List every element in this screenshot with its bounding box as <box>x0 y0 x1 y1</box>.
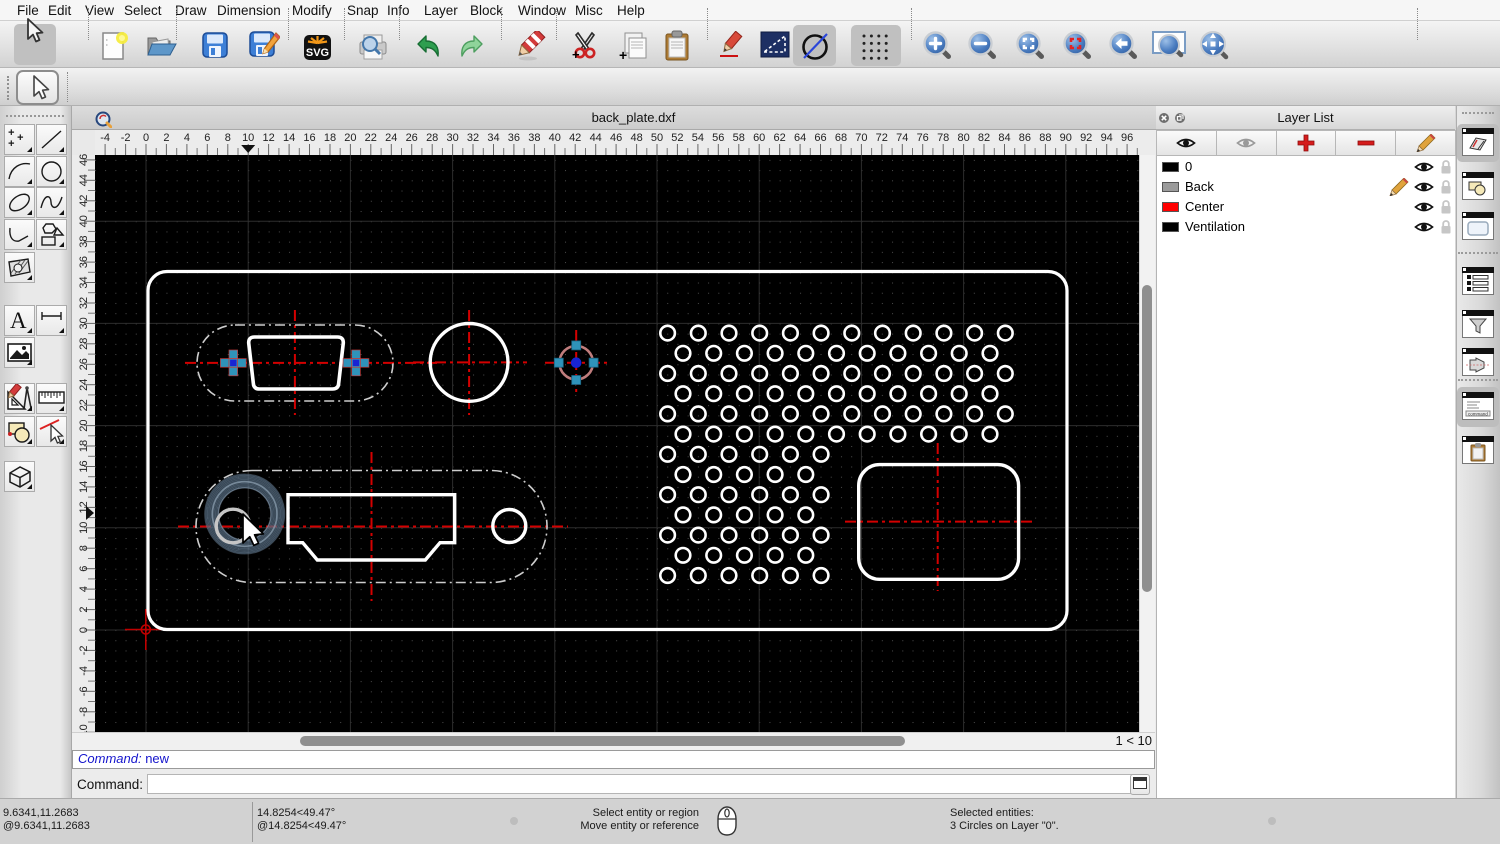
svg-text:-4: -4 <box>78 666 90 676</box>
svg-text:76: 76 <box>917 132 929 144</box>
svg-text:2: 2 <box>163 132 169 144</box>
svg-text:34: 34 <box>487 132 499 144</box>
svg-text:32: 32 <box>78 297 90 309</box>
svg-text:24: 24 <box>385 132 397 144</box>
svg-text:A: A <box>10 308 27 333</box>
svg-text:42: 42 <box>78 195 90 207</box>
svg-text:26: 26 <box>406 132 418 144</box>
svg-text:10: 10 <box>242 132 254 144</box>
svg-text:10: 10 <box>78 522 90 534</box>
svg-text:56: 56 <box>712 132 724 144</box>
svg-text:6: 6 <box>204 132 210 144</box>
svg-text:66: 66 <box>814 132 826 144</box>
svg-text:28: 28 <box>426 132 438 144</box>
svg-text:44: 44 <box>590 132 602 144</box>
svg-text:96: 96 <box>1121 132 1133 144</box>
svg-text:74: 74 <box>896 132 908 144</box>
svg-text:22: 22 <box>365 132 377 144</box>
svg-text:command: command <box>1468 412 1488 417</box>
svg-text:80: 80 <box>957 132 969 144</box>
svg-text:-2: -2 <box>78 646 90 656</box>
svg-text:58: 58 <box>733 132 745 144</box>
svg-text:50: 50 <box>651 132 663 144</box>
svg-text:84: 84 <box>998 132 1010 144</box>
svg-text:20: 20 <box>344 132 356 144</box>
svg-text:86: 86 <box>1019 132 1031 144</box>
svg-text:+: + <box>17 133 24 145</box>
svg-text:-10: -10 <box>78 724 90 732</box>
svg-text:2: 2 <box>78 607 90 613</box>
svg-text:+: + <box>619 47 627 61</box>
svg-text:40: 40 <box>78 215 90 227</box>
svg-text:32: 32 <box>467 132 479 144</box>
svg-text:-4: -4 <box>100 132 110 144</box>
svg-text:30: 30 <box>446 132 458 144</box>
svg-text:-6: -6 <box>78 686 90 696</box>
svg-text:94: 94 <box>1101 132 1113 144</box>
svg-text:42: 42 <box>569 132 581 144</box>
svg-text:46: 46 <box>78 154 90 166</box>
svg-text:64: 64 <box>794 132 806 144</box>
svg-text:SVG: SVG <box>306 47 329 59</box>
svg-text:+: + <box>572 47 580 62</box>
svg-text:82: 82 <box>978 132 990 144</box>
svg-text:14: 14 <box>283 132 295 144</box>
svg-text:26: 26 <box>78 358 90 370</box>
svg-text:36: 36 <box>78 256 90 268</box>
svg-text:-8: -8 <box>78 707 90 717</box>
svg-text:18: 18 <box>78 440 90 452</box>
svg-text:68: 68 <box>835 132 847 144</box>
svg-text:92: 92 <box>1080 132 1092 144</box>
svg-text:36: 36 <box>508 132 520 144</box>
svg-text:0: 0 <box>78 627 90 633</box>
svg-text:20: 20 <box>78 419 90 431</box>
svg-text:28: 28 <box>78 338 90 350</box>
svg-text:-2: -2 <box>121 132 131 144</box>
svg-text:16: 16 <box>303 132 315 144</box>
svg-text:88: 88 <box>1039 132 1051 144</box>
svg-text:34: 34 <box>78 276 90 288</box>
svg-text:48: 48 <box>630 132 642 144</box>
svg-text:24: 24 <box>78 379 90 391</box>
svg-text:52: 52 <box>671 132 683 144</box>
svg-text:38: 38 <box>528 132 540 144</box>
svg-text:14: 14 <box>78 481 90 493</box>
svg-text:30: 30 <box>78 317 90 329</box>
svg-text:4: 4 <box>184 132 190 144</box>
svg-text:+: + <box>8 139 15 151</box>
svg-text:8: 8 <box>78 545 90 551</box>
svg-text:60: 60 <box>753 132 765 144</box>
svg-text:6: 6 <box>78 566 90 572</box>
svg-text:0: 0 <box>143 132 149 144</box>
svg-text:22: 22 <box>78 399 90 411</box>
svg-text:62: 62 <box>773 132 785 144</box>
svg-text:72: 72 <box>876 132 888 144</box>
svg-text:44: 44 <box>78 174 90 186</box>
svg-text:70: 70 <box>855 132 867 144</box>
svg-text:18: 18 <box>324 132 336 144</box>
svg-text:54: 54 <box>692 132 704 144</box>
svg-text:46: 46 <box>610 132 622 144</box>
svg-text:38: 38 <box>78 235 90 247</box>
svg-text:16: 16 <box>78 460 90 472</box>
svg-text:90: 90 <box>1060 132 1072 144</box>
svg-text:12: 12 <box>262 132 274 144</box>
svg-text:78: 78 <box>937 132 949 144</box>
svg-text:4: 4 <box>78 586 90 592</box>
svg-text:8: 8 <box>225 132 231 144</box>
svg-text:40: 40 <box>549 132 561 144</box>
